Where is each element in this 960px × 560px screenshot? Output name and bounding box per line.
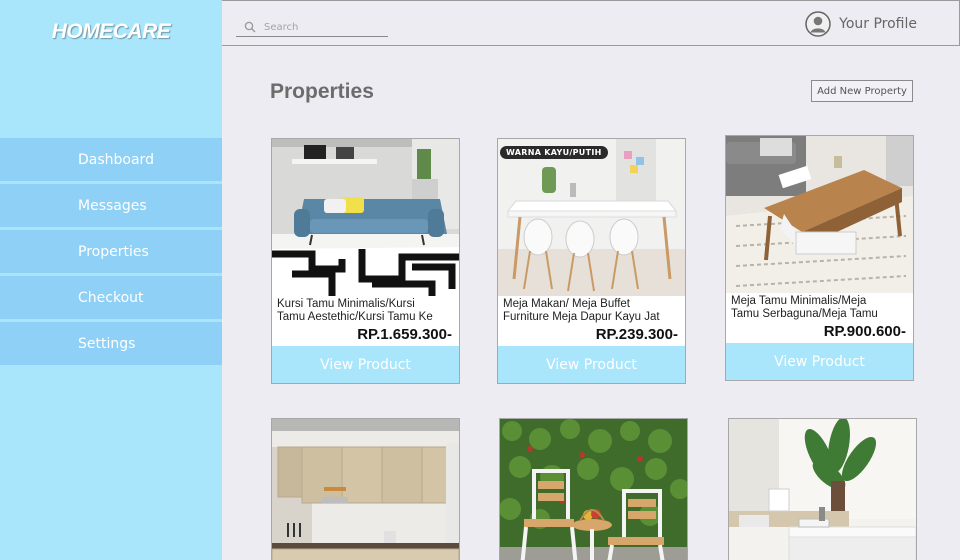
product-desc-line: Tamu Aestethic/Kursi Tamu Ke xyxy=(277,311,433,323)
product-desc-line: Furniture Meja Dapur Kayu Jat xyxy=(503,311,660,323)
product-card xyxy=(271,418,460,560)
product-image-garden-chairs[interactable] xyxy=(500,419,687,560)
sidebar-item-messages[interactable]: Messages xyxy=(0,184,222,227)
product-card: WARNA KAYU/PUTIH Meja Makan/ Meja Buffet… xyxy=(497,138,686,384)
search-icon xyxy=(244,21,256,33)
sidebar: HOMECARE Dashboard Messages Properties C… xyxy=(0,0,222,560)
product-image-dining-table[interactable]: WARNA KAYU/PUTIH xyxy=(498,139,685,296)
product-desc-line: Tamu Serbaguna/Meja Tamu xyxy=(731,308,878,320)
add-new-property-button[interactable]: Add New Property xyxy=(811,80,913,102)
color-variant-badge: WARNA KAYU/PUTIH xyxy=(500,146,608,159)
view-product-button[interactable]: View Product xyxy=(272,346,459,383)
sidebar-item-properties[interactable]: Properties xyxy=(0,230,222,273)
search-input[interactable] xyxy=(264,21,384,33)
profile-menu[interactable]: Your Profile xyxy=(805,11,917,37)
product-description: Kursi Tamu Minimalis/Kursi Tamu Aestethi… xyxy=(272,296,459,324)
product-description: Meja Tamu Minimalis/Meja Tamu Serbaguna/… xyxy=(726,293,913,321)
product-desc-line: Kursi Tamu Minimalis/Kursi xyxy=(277,298,415,310)
product-image-living-table[interactable] xyxy=(729,419,916,560)
product-image-sofa[interactable] xyxy=(272,139,459,296)
product-card: Kursi Tamu Minimalis/Kursi Tamu Aestethi… xyxy=(271,138,460,384)
product-price: RP.1.659.300- xyxy=(357,326,452,343)
user-avatar-icon xyxy=(805,11,831,37)
product-image-coffee-table[interactable] xyxy=(726,136,913,293)
product-description: Meja Makan/ Meja Buffet Furniture Meja D… xyxy=(498,296,685,324)
profile-label: Your Profile xyxy=(839,16,917,32)
product-image-kitchen[interactable] xyxy=(272,419,459,560)
sidebar-item-settings[interactable]: Settings xyxy=(0,322,222,365)
sidebar-item-dashboard[interactable]: Dashboard xyxy=(0,138,222,181)
sidebar-item-checkout[interactable]: Checkout xyxy=(0,276,222,319)
product-desc-line: Meja Tamu Minimalis/Meja xyxy=(731,295,867,307)
top-bar: Your Profile xyxy=(222,0,960,46)
sidebar-nav: Dashboard Messages Properties Checkout S… xyxy=(0,138,222,368)
search-bar[interactable] xyxy=(236,18,388,37)
view-product-button[interactable]: View Product xyxy=(498,346,685,383)
product-card xyxy=(499,418,688,560)
brand-logo[interactable]: HOMECARE xyxy=(0,20,222,44)
product-desc-line: Meja Makan/ Meja Buffet xyxy=(503,298,630,310)
page-title: Properties xyxy=(270,80,374,103)
view-product-button[interactable]: View Product xyxy=(726,343,913,380)
product-card: Meja Tamu Minimalis/Meja Tamu Serbaguna/… xyxy=(725,135,914,381)
product-card xyxy=(728,418,917,560)
product-price: RP.900.600- xyxy=(823,323,906,340)
product-price: RP.239.300- xyxy=(595,326,678,343)
